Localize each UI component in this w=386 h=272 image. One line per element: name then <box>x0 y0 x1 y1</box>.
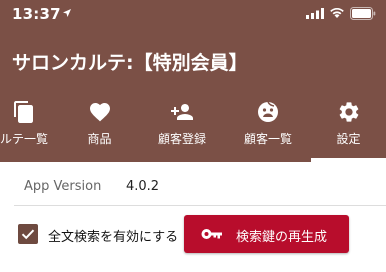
version-label: App Version <box>24 179 102 194</box>
tab-label: 顧客一覧 <box>243 132 292 146</box>
tab-customer-list[interactable]: 顧客一覧 <box>228 98 308 162</box>
version-value: 4.0.2 <box>126 179 160 194</box>
face-icon <box>258 101 278 122</box>
tab-settings[interactable]: 設定 <box>311 98 386 162</box>
version-row: App Version 4.0.2 <box>0 162 386 210</box>
page-title: サロンカルテ:【特別会員】 <box>12 52 248 74</box>
fulltext-search-checkbox[interactable] <box>18 224 38 244</box>
key-icon <box>201 229 222 239</box>
tab-label: ルテ一覧 <box>0 132 48 146</box>
app-header: 13:37 サロンカルテ:【特別会員】 ルテ一覧 商品 顧客登録 顧客一覧 設定 <box>0 0 386 162</box>
tab-bar: ルテ一覧 商品 顧客登録 顧客一覧 設定 <box>0 98 386 162</box>
add-user-icon <box>171 104 193 120</box>
heart-icon <box>89 103 110 122</box>
checkmark-icon <box>21 229 35 240</box>
tab-products[interactable]: 商品 <box>62 98 137 162</box>
regenerate-search-key-button[interactable]: 検索鍵の再生成 <box>184 215 349 253</box>
tab-label: 顧客登録 <box>157 132 206 146</box>
button-label: 検索鍵の再生成 <box>236 230 328 245</box>
fulltext-search-label[interactable]: 全文検索を有効にする <box>48 226 178 245</box>
signal-icon <box>306 8 324 19</box>
gear-icon <box>339 102 358 122</box>
copy-icon <box>14 101 33 123</box>
status-time: 13:37 <box>12 5 61 23</box>
location-arrow-icon <box>63 9 71 17</box>
wifi-icon <box>330 7 344 18</box>
status-bar: 13:37 <box>0 0 386 28</box>
battery-icon <box>350 7 376 20</box>
tab-label: 商品 <box>87 132 112 146</box>
tab-label: 設定 <box>336 132 361 146</box>
divider <box>14 205 386 206</box>
tab-customer-register[interactable]: 顧客登録 <box>142 98 222 162</box>
tab-karte-list[interactable]: ルテ一覧 <box>0 98 70 162</box>
